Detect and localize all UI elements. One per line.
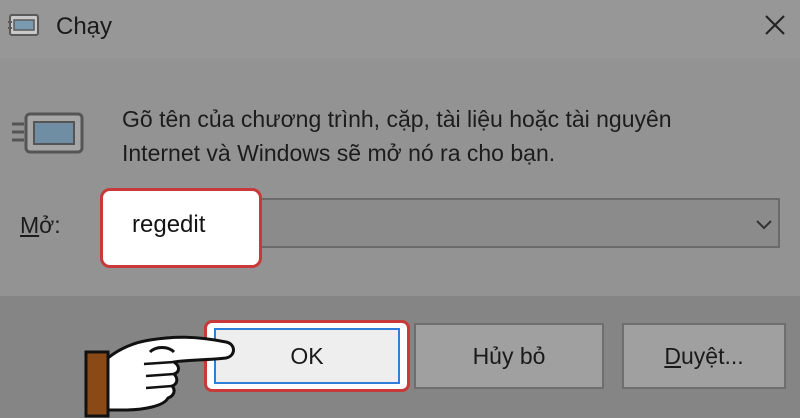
- cancel-button[interactable]: Hủy bỏ: [414, 323, 604, 389]
- instruction-line-1: Gõ tên của chương trình, cặp, tài liệu h…: [122, 106, 672, 132]
- run-dialog-icon: [8, 14, 39, 36]
- browse-button[interactable]: Duyệt...: [622, 323, 786, 389]
- window-title: Chạy: [56, 13, 113, 40]
- browse-accesskey: D: [664, 342, 681, 369]
- open-label-accesskey: M: [20, 212, 40, 238]
- open-label-rest: ở:: [39, 212, 61, 238]
- open-field-label: Mở:: [20, 212, 61, 239]
- instruction-line-2: Internet và Windows sẽ mở nó ra cho bạn.: [122, 140, 556, 166]
- open-field-value[interactable]: regedit: [132, 211, 205, 239]
- instruction-text: Gõ tên của chương trình, cặp, tài liệu h…: [122, 102, 762, 170]
- chevron-down-icon[interactable]: [752, 212, 776, 236]
- pointing-hand-icon: [84, 335, 235, 418]
- run-dialog: Chạy Gõ tên của chương trình, cặp, tài l…: [0, 0, 800, 418]
- title-bar: Chạy: [0, 0, 800, 58]
- browse-label-rest: uyệt...: [680, 342, 744, 369]
- run-program-icon: [12, 112, 84, 154]
- close-icon[interactable]: [760, 10, 790, 40]
